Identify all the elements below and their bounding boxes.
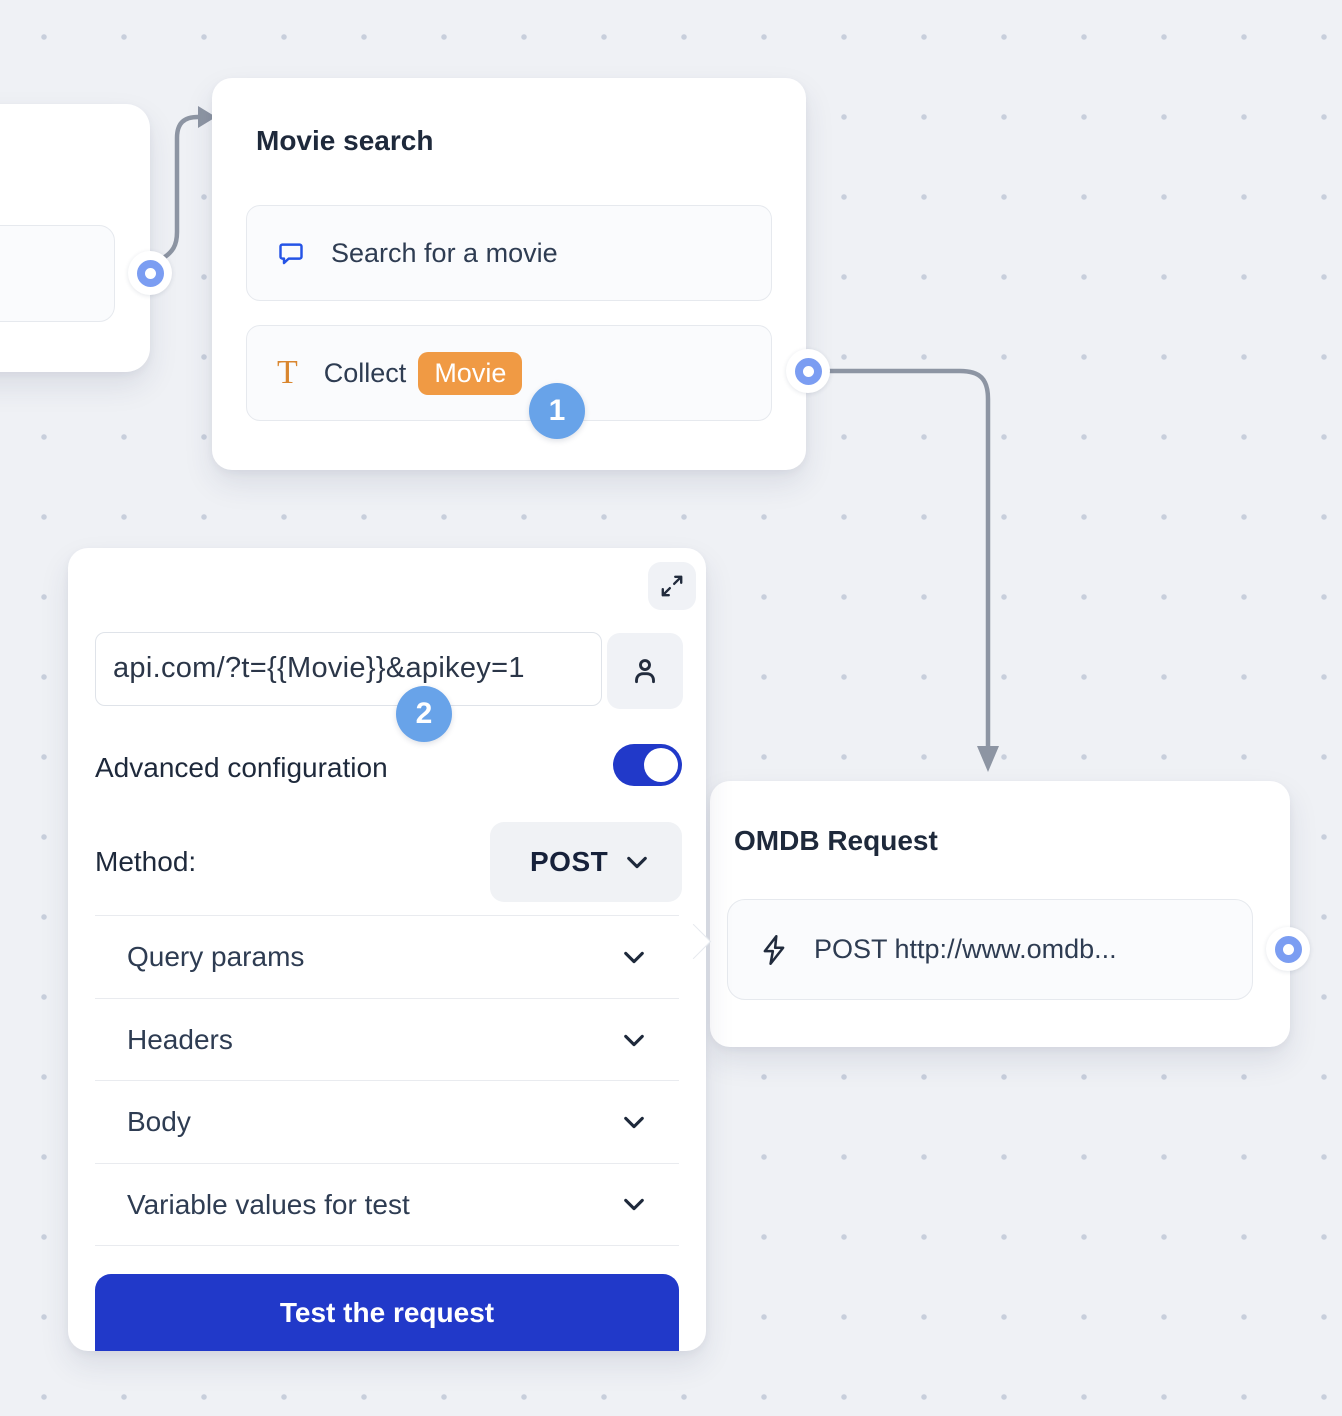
user-icon [630, 656, 660, 686]
collect-block[interactable]: T Collect Movie [246, 325, 772, 421]
expand-button[interactable] [648, 562, 696, 610]
section-variable-values[interactable]: Variable values for test [95, 1163, 679, 1246]
partial-node-item[interactable] [0, 225, 115, 322]
chevron-down-icon [623, 1198, 645, 1211]
variables-button[interactable] [607, 633, 683, 709]
chevron-down-icon [623, 951, 645, 964]
advanced-configuration-label: Advanced configuration [95, 744, 388, 792]
connector-left-to-movie-search [158, 117, 198, 261]
lightning-icon [758, 934, 790, 966]
output-port[interactable] [1266, 927, 1310, 971]
advanced-configuration-toggle[interactable] [613, 744, 682, 786]
method-label: Method: [95, 838, 196, 886]
output-port[interactable] [128, 251, 172, 295]
method-value: POST [530, 846, 608, 878]
section-headers[interactable]: Headers [95, 998, 679, 1081]
collect-block-label: Collect [324, 358, 407, 389]
connector-arrowhead-down [977, 746, 999, 772]
webhook-block-label: POST http://www.omdb... [814, 934, 1117, 965]
port-ring [795, 358, 822, 385]
section-body[interactable]: Body [95, 1080, 679, 1163]
message-block-label: Search for a movie [331, 238, 558, 269]
text-variable-icon: T [277, 356, 298, 390]
flow-canvas[interactable]: Movie search Search for a movie T Collec… [0, 0, 1342, 1416]
node-title: Movie search [256, 125, 433, 157]
chevron-down-icon [626, 856, 648, 869]
step-badge-1: 1 [529, 383, 585, 439]
test-request-button[interactable]: Test the request [95, 1274, 679, 1351]
port-ring [1275, 936, 1302, 963]
url-input[interactable]: api.com/?t={{Movie}}&apikey=1 [95, 632, 602, 706]
webhook-editor-panel[interactable]: api.com/?t={{Movie}}&apikey=1 Advanced c… [68, 548, 706, 1351]
webhook-block[interactable]: POST http://www.omdb... [727, 899, 1253, 1000]
omdb-request-node[interactable]: OMDB Request POST http://www.omdb... [710, 781, 1290, 1047]
connector-movie-search-to-omdb [830, 371, 988, 748]
expand-icon [659, 573, 685, 599]
section-label: Variable values for test [127, 1189, 410, 1221]
toggle-knob [644, 748, 678, 782]
step-badge-2: 2 [396, 686, 452, 742]
node-title: OMDB Request [734, 825, 938, 857]
section-label: Headers [127, 1024, 233, 1056]
chevron-down-icon [623, 1116, 645, 1129]
section-query-params[interactable]: Query params [95, 915, 679, 998]
message-block[interactable]: Search for a movie [246, 205, 772, 301]
variable-chip[interactable]: Movie [418, 352, 522, 395]
partial-node-card[interactable] [0, 104, 150, 372]
output-port[interactable] [786, 349, 830, 393]
movie-search-node[interactable]: Movie search Search for a movie T Collec… [212, 78, 806, 470]
chat-bubble-icon [277, 239, 305, 267]
section-label: Query params [127, 941, 304, 973]
port-ring [137, 260, 164, 287]
method-dropdown[interactable]: POST [490, 822, 682, 902]
chevron-down-icon [623, 1034, 645, 1047]
section-label: Body [127, 1106, 191, 1138]
